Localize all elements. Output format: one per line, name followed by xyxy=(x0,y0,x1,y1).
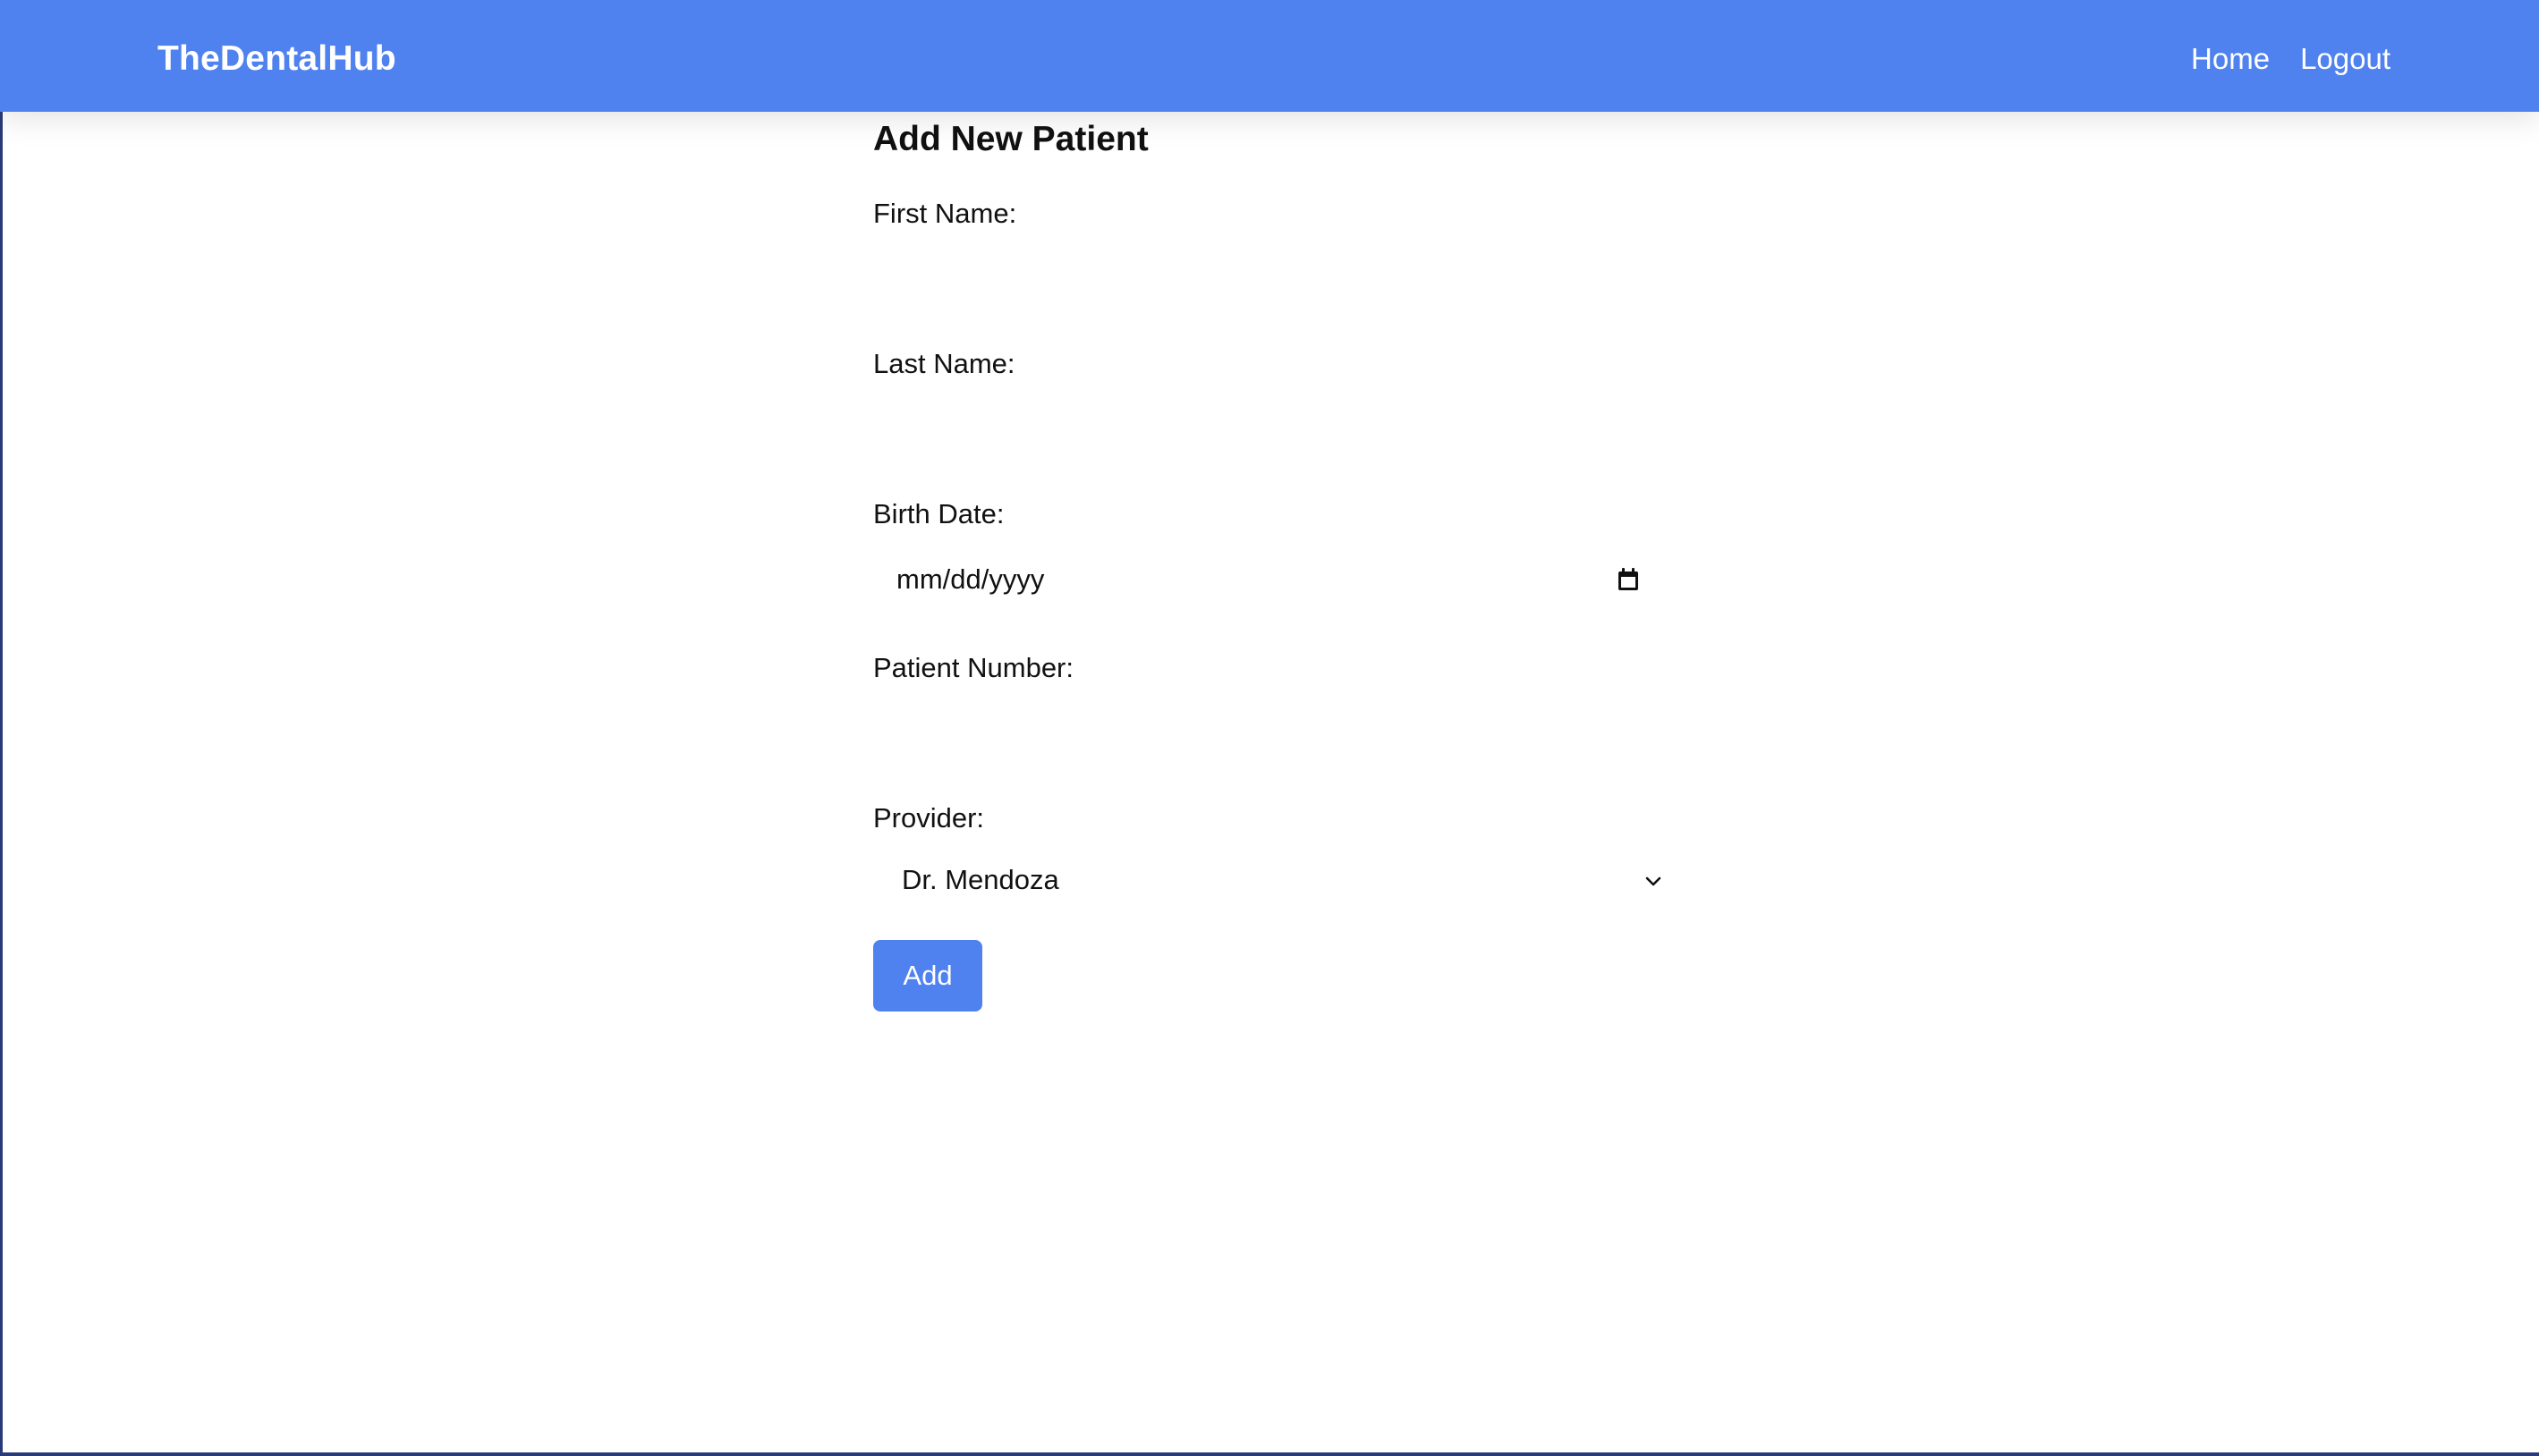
nav-home-link[interactable]: Home xyxy=(2191,36,2270,82)
birth-date-placeholder: mm/dd/yyyy xyxy=(896,563,1045,595)
nav-links: Home Logout xyxy=(2191,36,2390,82)
calendar-icon[interactable] xyxy=(1618,568,1639,591)
window-bottom-border xyxy=(0,1452,2539,1456)
chevron-down-icon xyxy=(1645,876,1661,886)
last-name-input[interactable] xyxy=(873,394,1678,453)
brand-logo[interactable]: TheDentalHub xyxy=(157,36,396,82)
add-button[interactable]: Add xyxy=(873,940,982,1012)
first-name-input[interactable] xyxy=(873,244,1678,303)
provider-label: Provider: xyxy=(873,802,985,834)
provider-selected-value: Dr. Mendoza xyxy=(902,864,1059,895)
nav-logout-link[interactable]: Logout xyxy=(2300,36,2390,82)
app-window: TheDentalHub Home Logout Add New Patient… xyxy=(0,0,2539,1456)
patient-number-label: Patient Number: xyxy=(873,652,1074,683)
window-left-border xyxy=(0,0,3,1456)
first-name-label: First Name: xyxy=(873,198,1017,229)
last-name-label: Last Name: xyxy=(873,348,1015,379)
provider-select[interactable]: Dr. Mendoza xyxy=(873,851,1678,910)
birth-date-label: Birth Date: xyxy=(873,498,1005,529)
top-navbar: TheDentalHub Home Logout xyxy=(0,0,2539,112)
patient-number-input[interactable] xyxy=(873,698,1678,758)
page-title: Add New Patient xyxy=(873,120,1149,158)
birth-date-input[interactable]: mm/dd/yyyy xyxy=(873,550,1660,609)
